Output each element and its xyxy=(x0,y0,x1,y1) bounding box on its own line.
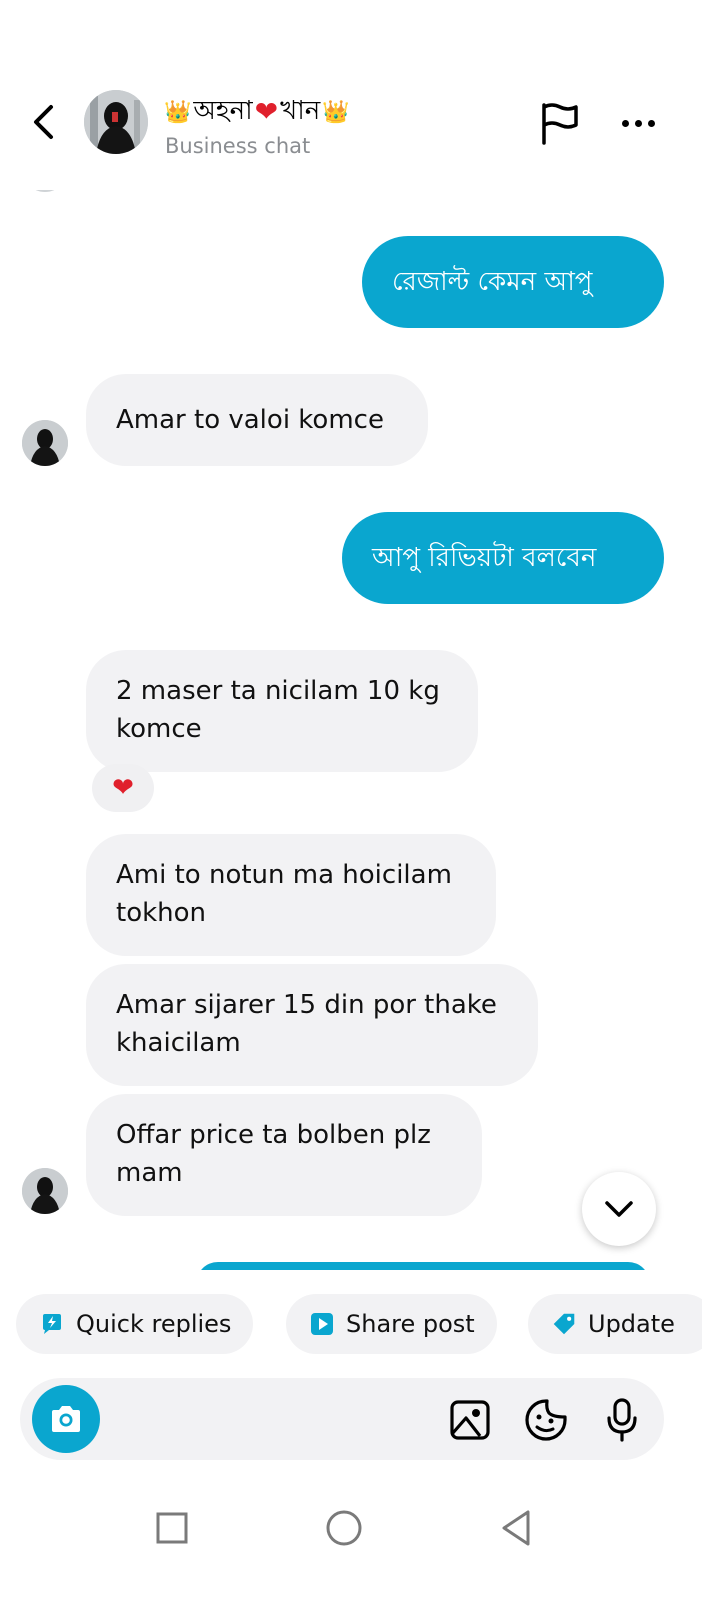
microphone-button[interactable] xyxy=(600,1398,644,1442)
chip-label: Share post xyxy=(346,1310,475,1338)
heart-icon: ❤ xyxy=(254,95,279,128)
home-button[interactable] xyxy=(320,1504,368,1552)
microphone-icon xyxy=(607,1398,637,1442)
message-text: Amar to valoi komce xyxy=(116,405,384,435)
chip-label: Quick replies xyxy=(76,1310,232,1338)
chevron-left-icon xyxy=(34,105,53,139)
message-text: Amar sijarer 15 din por thake khaicilam xyxy=(116,990,497,1058)
message-bubble-incoming[interactable]: 2 maser ta nicilam 10 kg komce xyxy=(86,650,478,772)
sticker-icon xyxy=(525,1399,567,1441)
scroll-to-bottom-button[interactable] xyxy=(582,1172,656,1246)
contact-name[interactable]: 👑 অহনা ❤ খান 👑 xyxy=(164,90,350,134)
message-bubble-outgoing[interactable]: রেজাল্ট কেমন আপু xyxy=(362,236,664,328)
message-text: রেজাল্ট কেমন আপু xyxy=(392,267,593,297)
quick-action-bar: Quick replies Share post Update xyxy=(0,1270,702,1370)
contact-name-part: খান xyxy=(280,96,321,126)
message-bubble-incoming[interactable]: Amar to valoi komce xyxy=(86,374,428,466)
message-composer xyxy=(20,1378,664,1460)
crown-icon: 👑 xyxy=(164,99,192,125)
chip-label: Update xyxy=(588,1310,675,1338)
quick-replies-chip[interactable]: Quick replies xyxy=(16,1294,254,1354)
crown-icon: 👑 xyxy=(322,99,350,125)
message-input[interactable] xyxy=(118,1398,438,1438)
lightning-icon xyxy=(40,1312,64,1336)
square-icon xyxy=(156,1512,188,1544)
message-text: আপু রিভিয়টা বলবেন xyxy=(372,543,597,573)
camera-icon xyxy=(52,1406,80,1432)
contact-name-part: অহনা xyxy=(193,96,253,126)
message-reaction[interactable]: ❤ xyxy=(92,764,154,812)
message-bubble-incoming[interactable]: Amar sijarer 15 din por thake khaicilam xyxy=(86,964,538,1086)
more-options-button[interactable] xyxy=(616,108,660,138)
gallery-icon xyxy=(450,1400,490,1440)
chat-header: 👑 অহনা ❤ খান 👑 Business chat xyxy=(0,0,702,190)
flag-icon xyxy=(542,103,578,145)
message-bubble-incoming[interactable]: Offar price ta bolben plz mam xyxy=(86,1094,482,1216)
tag-icon xyxy=(552,1312,576,1336)
back-button[interactable] xyxy=(26,100,60,144)
play-icon xyxy=(310,1312,334,1336)
chat-type-label: Business chat xyxy=(165,134,311,158)
recents-button[interactable] xyxy=(148,1504,196,1552)
sticker-button[interactable] xyxy=(524,1398,568,1442)
message-text: 2 maser ta nicilam 10 kg komce xyxy=(116,676,440,744)
update-chip[interactable]: Update xyxy=(528,1294,702,1354)
triangle-back-icon xyxy=(502,1510,530,1546)
message-text: Offar price ta bolben plz mam xyxy=(116,1120,431,1188)
heart-reaction-icon: ❤ xyxy=(112,773,134,803)
more-dots-icon xyxy=(621,119,629,127)
gallery-button[interactable] xyxy=(448,1398,492,1442)
contact-avatar-small[interactable] xyxy=(22,420,68,466)
share-post-chip[interactable]: Share post xyxy=(286,1294,497,1354)
contact-avatar-small[interactable] xyxy=(22,1168,68,1214)
flag-button[interactable] xyxy=(540,101,580,145)
message-bubble-incoming[interactable]: Ami to notun ma hoicilam tokhon xyxy=(86,834,496,956)
message-text: Ami to notun ma hoicilam tokhon xyxy=(116,860,452,928)
system-navigation-bar xyxy=(0,1480,702,1600)
chevron-down-icon xyxy=(605,1201,633,1217)
contact-avatar[interactable] xyxy=(84,90,148,154)
camera-button[interactable] xyxy=(32,1385,100,1453)
message-bubble-outgoing[interactable]: আপু রিভিয়টা বলবেন xyxy=(342,512,664,604)
back-nav-button[interactable] xyxy=(492,1504,540,1552)
circle-icon xyxy=(326,1510,362,1546)
